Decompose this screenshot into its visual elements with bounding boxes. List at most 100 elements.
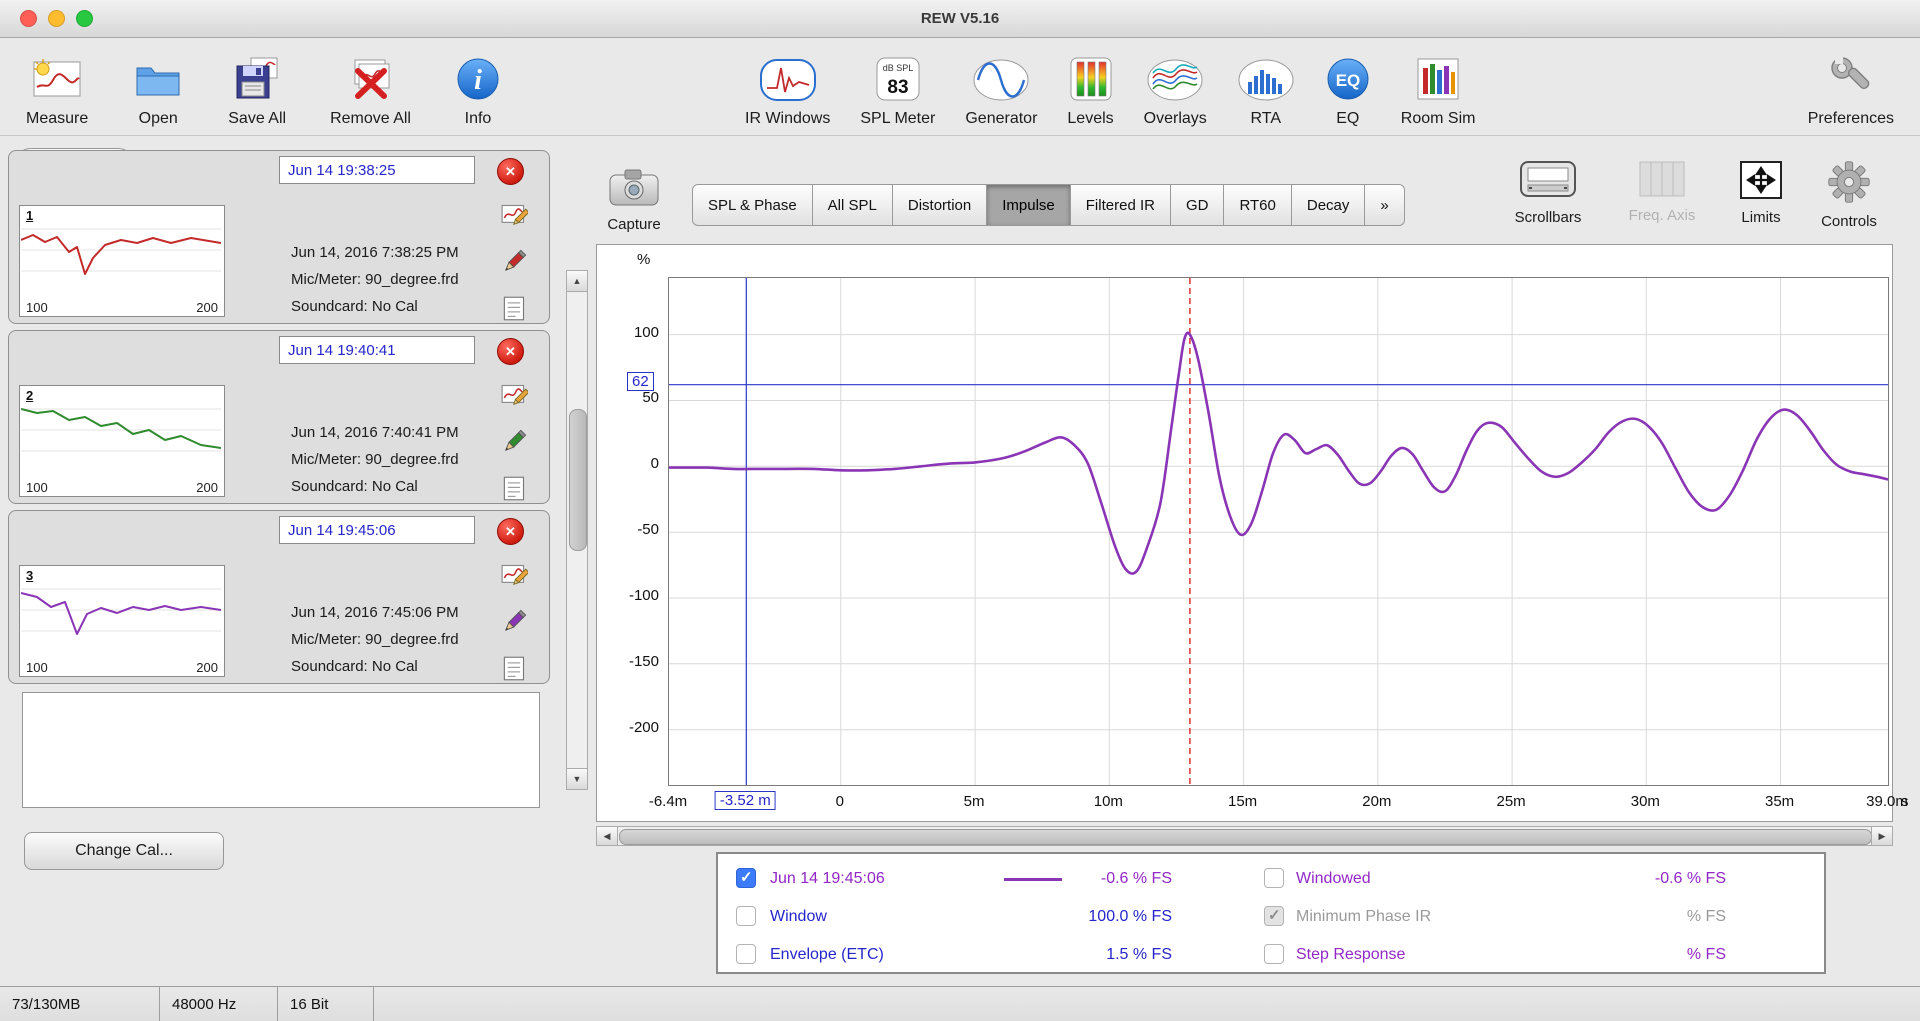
step-response-value: % FS bbox=[1520, 940, 1726, 970]
impulse-graph-panel: % 100500-50-100-150-200-6.4m05m10m15m20m… bbox=[596, 244, 1893, 822]
windowed-value: -0.6 % FS bbox=[1520, 864, 1726, 894]
limits-icon bbox=[1739, 160, 1783, 205]
tab-rt60[interactable]: RT60 bbox=[1224, 184, 1291, 226]
main-toolbar: Measure Open Save All bbox=[0, 38, 1920, 136]
tab-more[interactable]: » bbox=[1365, 184, 1404, 226]
y-axis-tick-label: 0 bbox=[597, 455, 659, 472]
y-axis-tick-label: -100 bbox=[597, 587, 659, 604]
measurement-name-input[interactable] bbox=[279, 156, 475, 184]
room-sim-icon bbox=[1415, 56, 1461, 107]
trace-pencil-icon[interactable] bbox=[501, 608, 528, 635]
save-all-button[interactable]: Save All bbox=[228, 42, 286, 128]
scrollbars-toggle-button[interactable]: Scrollbars bbox=[1500, 160, 1596, 226]
trace-name-label: Jun 14 19:45:06 bbox=[770, 864, 885, 894]
levels-button[interactable]: Levels bbox=[1067, 42, 1113, 128]
sidebar-scrollbar[interactable] bbox=[566, 270, 588, 790]
graph-horizontal-scrollbar[interactable] bbox=[596, 826, 1893, 846]
tab-spl-phase[interactable]: SPL & Phase bbox=[692, 184, 813, 226]
spl-meter-icon: dB SPL 83 bbox=[875, 56, 921, 107]
preferences-button[interactable]: Preferences bbox=[1808, 42, 1894, 128]
tab-impulse[interactable]: Impulse bbox=[987, 184, 1071, 226]
measurement-number: 2 bbox=[26, 388, 33, 403]
measurement-mic: Mic/Meter: 90_degree.frd bbox=[291, 626, 459, 653]
scroll-up-icon[interactable] bbox=[567, 271, 587, 292]
y-axis-tick-label: 100 bbox=[597, 324, 659, 341]
cursor-x-value: -3.52 m bbox=[715, 791, 776, 810]
measurement-date: Jun 14, 2016 7:38:25 PM bbox=[291, 239, 459, 266]
tab-gd[interactable]: GD bbox=[1171, 184, 1225, 226]
ir-windows-button[interactable]: IR Windows bbox=[745, 42, 830, 128]
impulse-plot[interactable] bbox=[668, 277, 1889, 786]
eq-button[interactable]: EQ EQ bbox=[1325, 42, 1371, 128]
room-sim-button[interactable]: Room Sim bbox=[1401, 42, 1476, 128]
limits-button[interactable]: Limits bbox=[1720, 160, 1802, 226]
delete-measurement-button[interactable] bbox=[497, 158, 524, 185]
capture-button[interactable]: Capture bbox=[592, 166, 676, 233]
info-button[interactable]: i Info bbox=[455, 42, 501, 128]
measurement-info: Jun 14, 2016 7:45:06 PM Mic/Meter: 90_de… bbox=[291, 599, 459, 680]
measure-button[interactable]: Measure bbox=[26, 42, 88, 128]
scrollbar-thumb[interactable] bbox=[619, 829, 1872, 845]
notes-icon[interactable] bbox=[501, 655, 528, 682]
envelope-etc-label: Envelope (ETC) bbox=[770, 940, 884, 970]
rta-button[interactable]: RTA bbox=[1237, 42, 1295, 128]
windowed-checkbox[interactable] bbox=[1264, 868, 1284, 888]
bit-depth: 16 Bit bbox=[278, 987, 374, 1021]
measurement-thumbnail[interactable]: 2 100 200 bbox=[19, 385, 225, 497]
measurement-date: Jun 14, 2016 7:40:41 PM bbox=[291, 419, 459, 446]
minimum-phase-ir-label: Minimum Phase IR bbox=[1296, 902, 1431, 932]
tab-all-spl[interactable]: All SPL bbox=[813, 184, 893, 226]
scrollbar-thumb[interactable] bbox=[569, 409, 587, 551]
trace-visible-checkbox[interactable] bbox=[736, 868, 756, 888]
change-cal-button[interactable]: Change Cal... bbox=[24, 832, 224, 870]
trace-pencil-icon[interactable] bbox=[501, 428, 528, 455]
tab-filtered-ir[interactable]: Filtered IR bbox=[1071, 184, 1171, 226]
trace-legend-panel: Jun 14 19:45:06 -0.6 % FS Windowed -0.6 … bbox=[716, 852, 1826, 974]
x-axis-tick-label: -6.4m bbox=[649, 793, 687, 810]
x-axis-tick-label: 0 bbox=[836, 793, 844, 810]
gear-icon bbox=[1827, 160, 1871, 209]
scroll-down-icon[interactable] bbox=[567, 768, 587, 789]
measurement-thumbnail[interactable]: 1 100 200 bbox=[19, 205, 225, 317]
x-axis-tick-label: 35m bbox=[1765, 793, 1794, 810]
envelope-etc-checkbox[interactable] bbox=[736, 944, 756, 964]
controls-button[interactable]: Controls bbox=[1806, 160, 1892, 230]
tab-decay[interactable]: Decay bbox=[1292, 184, 1366, 226]
delete-measurement-button[interactable] bbox=[497, 518, 524, 545]
cursor-y-value: 62 bbox=[627, 372, 654, 391]
tab-distortion[interactable]: Distortion bbox=[893, 184, 987, 226]
trace-settings-icon[interactable] bbox=[501, 381, 528, 408]
minimum-phase-ir-checkbox[interactable] bbox=[1264, 906, 1284, 926]
scroll-left-icon[interactable] bbox=[597, 827, 618, 845]
trace-settings-icon[interactable] bbox=[501, 561, 528, 588]
generator-button[interactable]: Generator bbox=[965, 42, 1037, 128]
y-axis-tick-label: 50 bbox=[597, 389, 659, 406]
measurement-soundcard: Soundcard: No Cal bbox=[291, 653, 459, 680]
titlebar: REW V5.16 bbox=[0, 0, 1920, 38]
trace-pencil-icon[interactable] bbox=[501, 248, 528, 275]
freq-axis-button: Freq. Axis bbox=[1614, 160, 1710, 224]
measurement-thumbnail[interactable]: 3 100 200 bbox=[19, 565, 225, 677]
spl-meter-button[interactable]: dB SPL 83 SPL Meter bbox=[860, 42, 935, 128]
scroll-right-icon[interactable] bbox=[1871, 827, 1892, 845]
overlays-button[interactable]: Overlays bbox=[1144, 42, 1207, 128]
remove-all-button[interactable]: Remove All bbox=[330, 42, 411, 128]
step-response-checkbox[interactable] bbox=[1264, 944, 1284, 964]
measurement-name-input[interactable] bbox=[279, 516, 475, 544]
trace-settings-icon[interactable] bbox=[501, 201, 528, 228]
save-all-icon bbox=[231, 56, 283, 107]
x-axis-tick-label: 20m bbox=[1362, 793, 1391, 810]
x-axis-unit-label: s bbox=[1901, 793, 1909, 810]
measurement-card-2[interactable]: 2 100 200 Jun 14, 2016 7:40:41 PM Mic/Me… bbox=[8, 330, 550, 504]
measurement-card-1[interactable]: 1 100 200 Jun 14, 2016 7:38:25 PM Mic/Me… bbox=[8, 150, 550, 324]
window-checkbox[interactable] bbox=[736, 906, 756, 926]
y-axis-tick-label: -200 bbox=[597, 719, 659, 736]
delete-measurement-button[interactable] bbox=[497, 338, 524, 365]
measurement-card-3[interactable]: 3 100 200 Jun 14, 2016 7:45:06 PM Mic/Me… bbox=[8, 510, 550, 684]
notes-icon[interactable] bbox=[501, 295, 528, 322]
thumb-axis-start: 100 bbox=[26, 660, 48, 675]
measurement-name-input[interactable] bbox=[279, 336, 475, 364]
notes-icon[interactable] bbox=[501, 475, 528, 502]
measurement-notes-area[interactable] bbox=[22, 692, 540, 808]
open-button[interactable]: Open bbox=[132, 42, 184, 128]
